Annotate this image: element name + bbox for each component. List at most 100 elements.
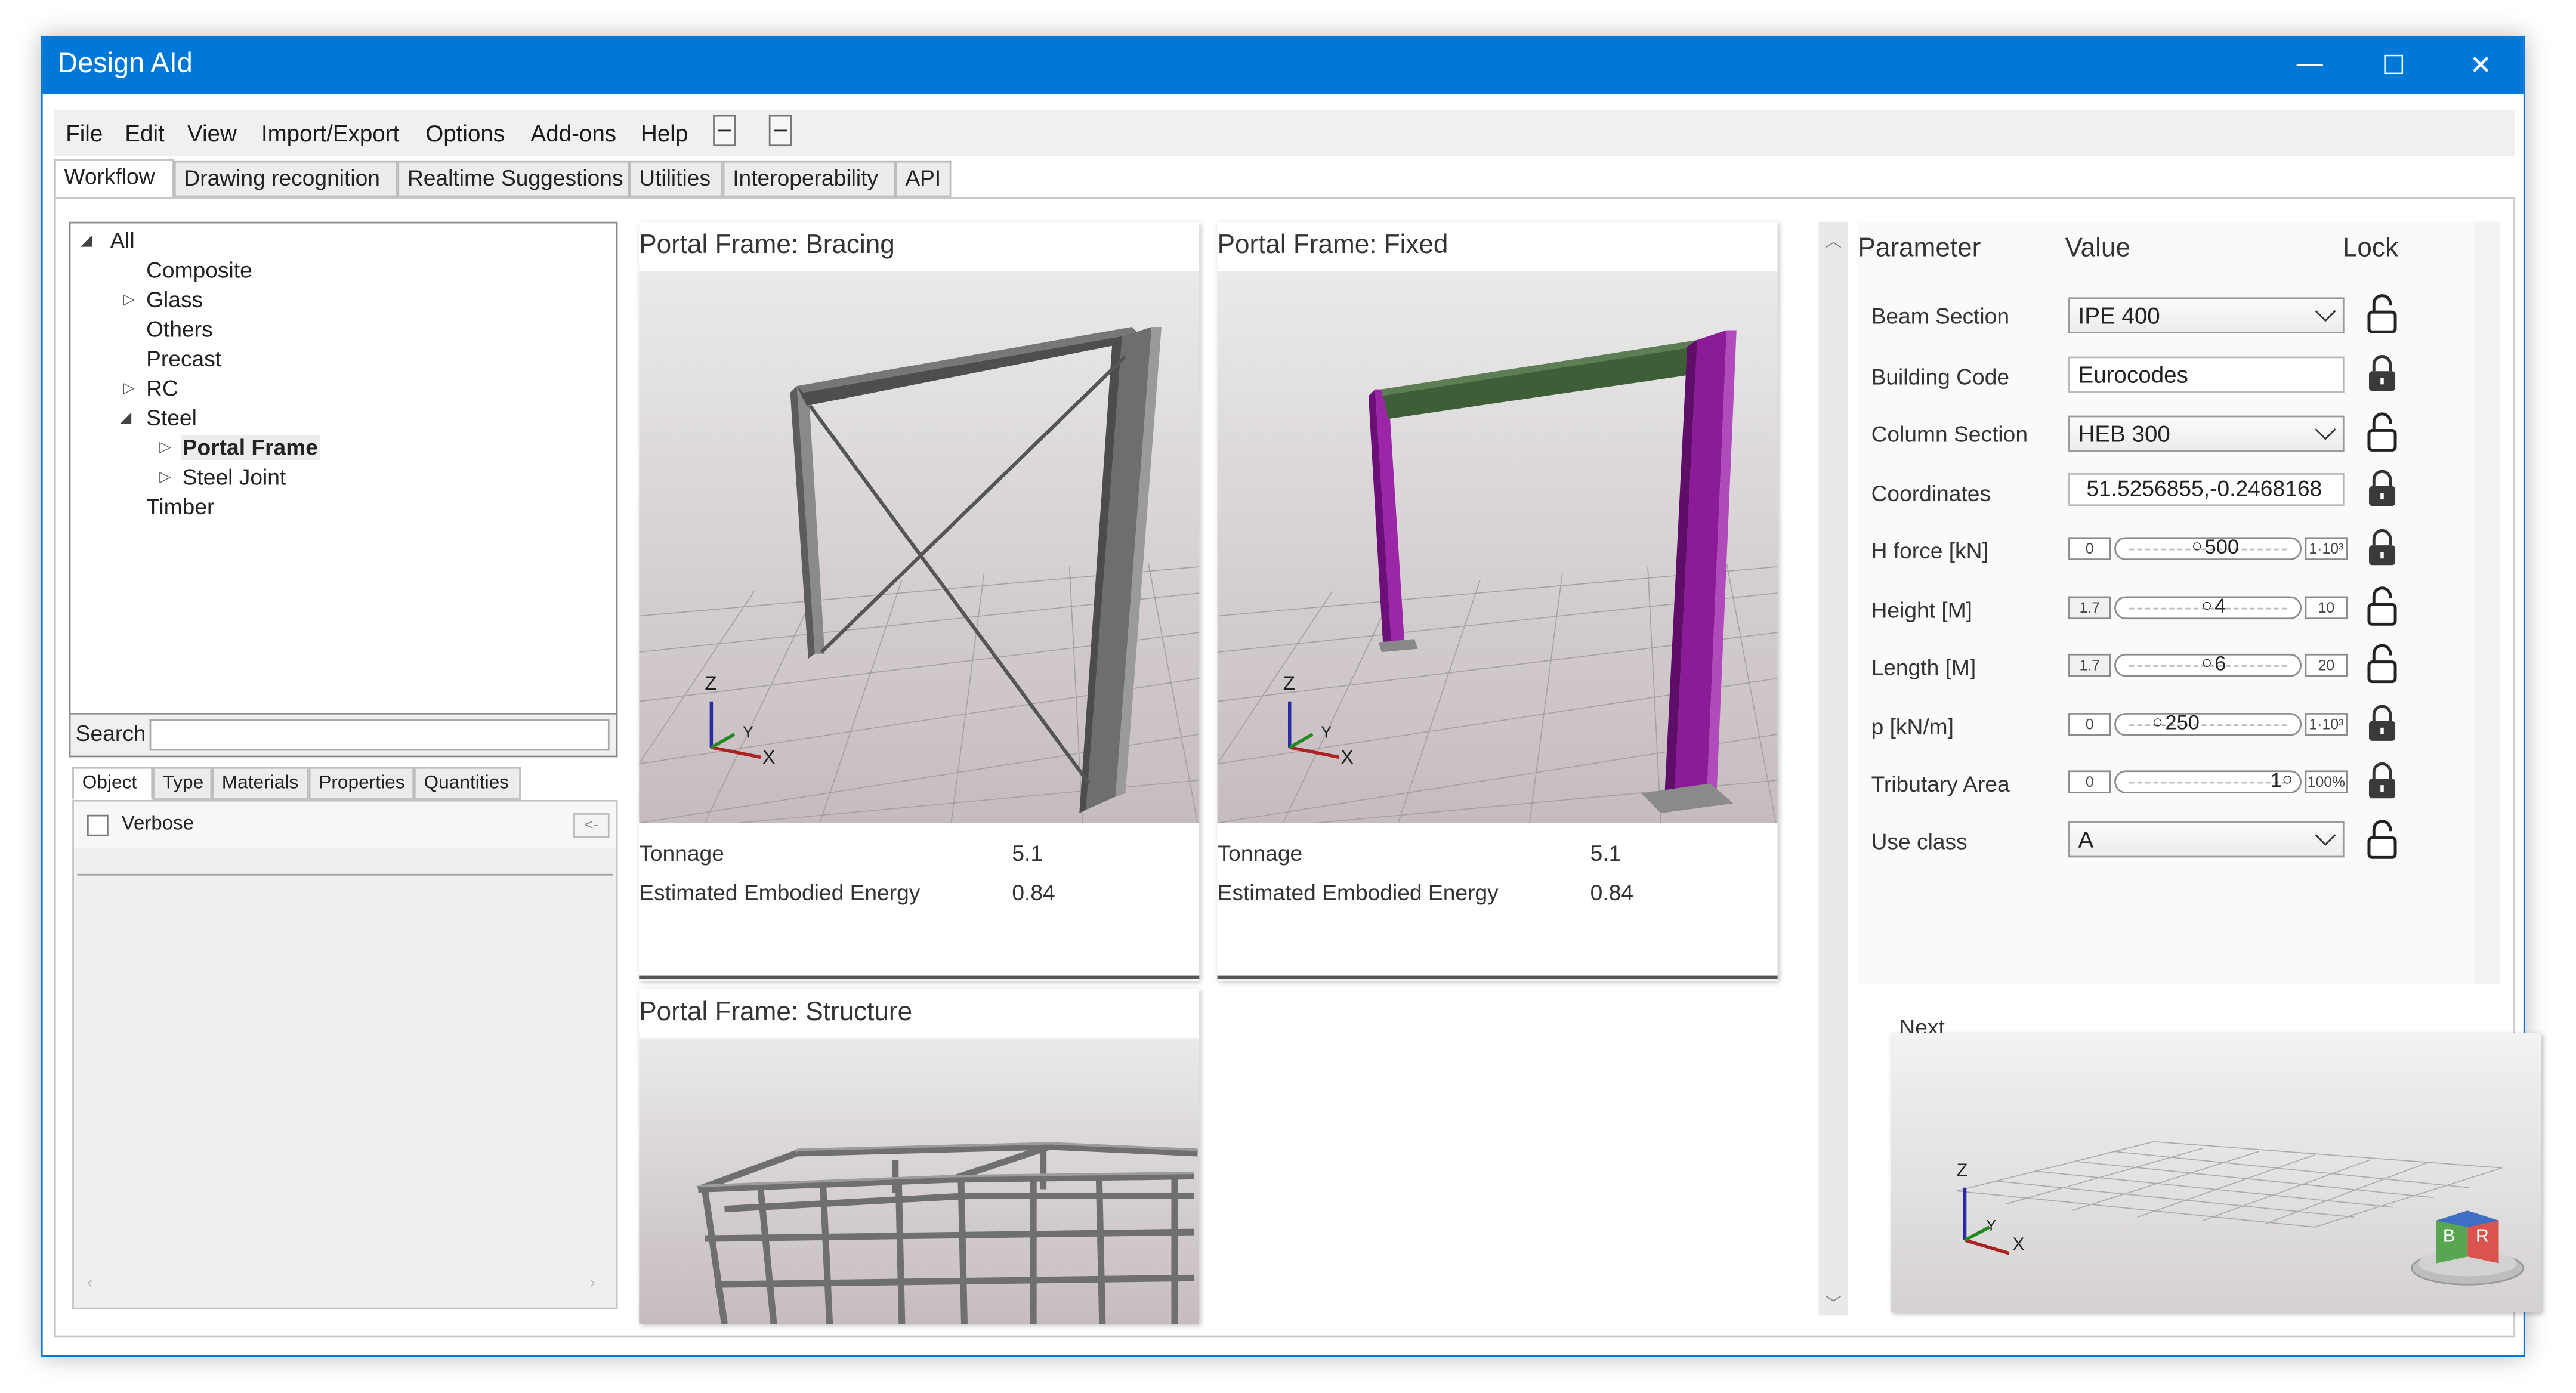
tree-item-portal-frame[interactable]: Portal Frame: [180, 435, 320, 460]
menu-import-export[interactable]: Import/Export: [261, 120, 399, 146]
expanded-arrow-icon[interactable]: ◢: [120, 409, 131, 427]
column-section-dropdown[interactable]: HEB 300: [2068, 415, 2345, 452]
tree-item-rc[interactable]: RC: [146, 376, 178, 401]
viewport-3d-bracing[interactable]: Z Y X: [639, 271, 1200, 823]
locked-lock-icon[interactable]: [2367, 353, 2397, 393]
collapsed-arrow-icon[interactable]: ▷: [159, 438, 171, 456]
tab-properties[interactable]: Properties: [308, 767, 414, 800]
slider-thumb[interactable]: ○: [2282, 770, 2293, 790]
vertical-scrollbar[interactable]: ︿ ﹀: [1818, 221, 1849, 1316]
scroll-right-icon[interactable]: ›: [590, 1275, 595, 1293]
minimize-button[interactable]: —: [2272, 38, 2348, 94]
menu-bar: File Edit View Import/Export Options Add…: [54, 110, 2516, 156]
search-input[interactable]: [149, 719, 610, 751]
slider-track[interactable]: 1 ○: [2114, 769, 2302, 793]
tab-materials[interactable]: Materials: [212, 767, 309, 800]
scroll-left-icon[interactable]: ‹: [87, 1275, 92, 1293]
object-panel: Verbose <- ‹ ›: [72, 799, 618, 1309]
menu-view[interactable]: View: [187, 120, 237, 146]
h-force-slider[interactable]: 0 500 ○ 1·10³: [2068, 536, 2348, 562]
collapsed-arrow-icon[interactable]: ▷: [123, 379, 135, 397]
beam-section-dropdown[interactable]: IPE 400: [2068, 297, 2345, 333]
tree-item-others[interactable]: Others: [146, 317, 213, 341]
menu-add-ons[interactable]: Add-ons: [530, 120, 616, 146]
slider-thumb[interactable]: ○: [2201, 654, 2212, 674]
card-portal-frame-bracing[interactable]: Portal Frame: Bracing Z Y X Tonnage 5.1 …: [639, 221, 1200, 981]
slider-min: 0: [2068, 770, 2111, 793]
tab-utilities[interactable]: Utilities: [629, 160, 723, 197]
tonnage-label: Tonnage: [639, 841, 724, 866]
locked-lock-icon[interactable]: [2367, 468, 2397, 508]
slider-thumb[interactable]: ○: [2192, 537, 2203, 557]
tree-item-composite[interactable]: Composite: [146, 258, 252, 282]
verbose-checkbox[interactable]: [87, 814, 109, 836]
tab-workflow[interactable]: Workflow: [54, 159, 174, 199]
menu-edit[interactable]: Edit: [125, 120, 164, 146]
tree-item-glass[interactable]: Glass: [146, 288, 203, 312]
collapsed-arrow-icon[interactable]: ▷: [159, 468, 171, 486]
card-title: Portal Frame: Fixed: [1217, 231, 1448, 260]
slider-track[interactable]: 250 ○: [2114, 711, 2302, 736]
tree-item-precast[interactable]: Precast: [146, 347, 221, 371]
unlocked-lock-icon[interactable]: [2367, 294, 2397, 333]
tab-object[interactable]: Object: [72, 767, 153, 800]
inner-scrollbar[interactable]: [2474, 221, 2501, 984]
length-slider[interactable]: 1.7 6 ○ 20: [2068, 652, 2348, 678]
category-tree[interactable]: ◢ All Composite ▷ Glass Others Precast ▷…: [69, 221, 618, 715]
locked-lock-icon[interactable]: [2367, 703, 2397, 742]
menu-options[interactable]: Options: [425, 120, 505, 146]
close-button[interactable]: ✕: [2443, 38, 2519, 94]
menu-file[interactable]: File: [66, 120, 103, 146]
slider-track[interactable]: 4 ○: [2114, 595, 2302, 620]
slider-thumb[interactable]: ○: [2152, 713, 2163, 733]
building-code-field[interactable]: Eurocodes: [2068, 356, 2345, 393]
card-portal-frame-fixed[interactable]: Portal Frame: Fixed Z Y X Tonnage 5.1 Es…: [1217, 221, 1778, 981]
tree-item-steel[interactable]: Steel: [146, 406, 197, 430]
maximize-button[interactable]: ☐: [2356, 38, 2432, 94]
tab-quantities[interactable]: Quantities: [413, 767, 521, 800]
expanded-arrow-icon[interactable]: ◢: [81, 231, 92, 249]
coordinates-field[interactable]: 51.5256855,-0.2468168: [2068, 473, 2345, 506]
tab-api[interactable]: API: [895, 160, 952, 197]
view-cube-right-label: R: [2475, 1227, 2489, 1247]
axis-x-label: X: [762, 746, 776, 769]
title-bar[interactable]: Design AId — ☐ ✕: [42, 38, 2524, 94]
unlocked-lock-icon[interactable]: [2367, 644, 2397, 684]
slider-track[interactable]: 6 ○: [2114, 652, 2302, 677]
p-slider[interactable]: 0 250 ○ 1·10³: [2068, 711, 2348, 737]
tributary-area-slider[interactable]: 0 1 ○ 100%: [2068, 769, 2348, 795]
parameter-panel: Parameter Value Lock Beam Section IPE 40…: [1858, 221, 2501, 984]
slider-track[interactable]: 500 ○: [2114, 536, 2302, 560]
slider-thumb[interactable]: ○: [2201, 597, 2212, 616]
collapse-icon[interactable]: [713, 115, 736, 147]
back-button[interactable]: <-: [573, 813, 610, 838]
tree-item-timber[interactable]: Timber: [146, 495, 214, 519]
expand-icon[interactable]: [768, 115, 792, 147]
viewport-3d-structure[interactable]: [639, 1038, 1200, 1324]
scroll-down-icon[interactable]: ﹀: [1825, 1289, 1842, 1314]
window-title: Design AId: [57, 47, 193, 79]
verbose-row: Verbose <-: [73, 801, 616, 848]
menu-help[interactable]: Help: [641, 120, 688, 146]
locked-lock-icon[interactable]: [2367, 527, 2397, 567]
tree-item-steel-joint[interactable]: Steel Joint: [183, 465, 286, 489]
unlocked-lock-icon[interactable]: [2367, 586, 2397, 626]
height-slider[interactable]: 1.7 4 ○ 10: [2068, 595, 2348, 621]
card-portal-frame-structure[interactable]: Portal Frame: Structure: [639, 989, 1200, 1324]
scroll-up-icon[interactable]: ︿: [1825, 227, 1842, 251]
use-class-dropdown[interactable]: A: [2068, 821, 2345, 858]
tree-item-all[interactable]: All: [110, 228, 135, 253]
next-preview-viewport[interactable]: Z Y X B R: [1891, 1033, 2542, 1313]
unlocked-lock-icon[interactable]: [2367, 820, 2397, 859]
h-force-label: H force [kN]: [1871, 539, 1988, 564]
view-cube-left-label: B: [2442, 1227, 2455, 1247]
locked-lock-icon[interactable]: [2367, 761, 2397, 800]
unlocked-lock-icon[interactable]: [2367, 412, 2397, 452]
tab-drawing-recognition[interactable]: Drawing recognition: [174, 160, 398, 197]
tab-realtime-suggestions[interactable]: Realtime Suggestions: [397, 160, 629, 197]
tab-interoperability[interactable]: Interoperability: [722, 160, 895, 197]
collapsed-arrow-icon[interactable]: ▷: [123, 291, 135, 308]
use-class-label: Use class: [1871, 829, 1967, 854]
tab-type[interactable]: Type: [153, 767, 212, 800]
viewport-3d-fixed[interactable]: Z Y X: [1217, 271, 1778, 823]
